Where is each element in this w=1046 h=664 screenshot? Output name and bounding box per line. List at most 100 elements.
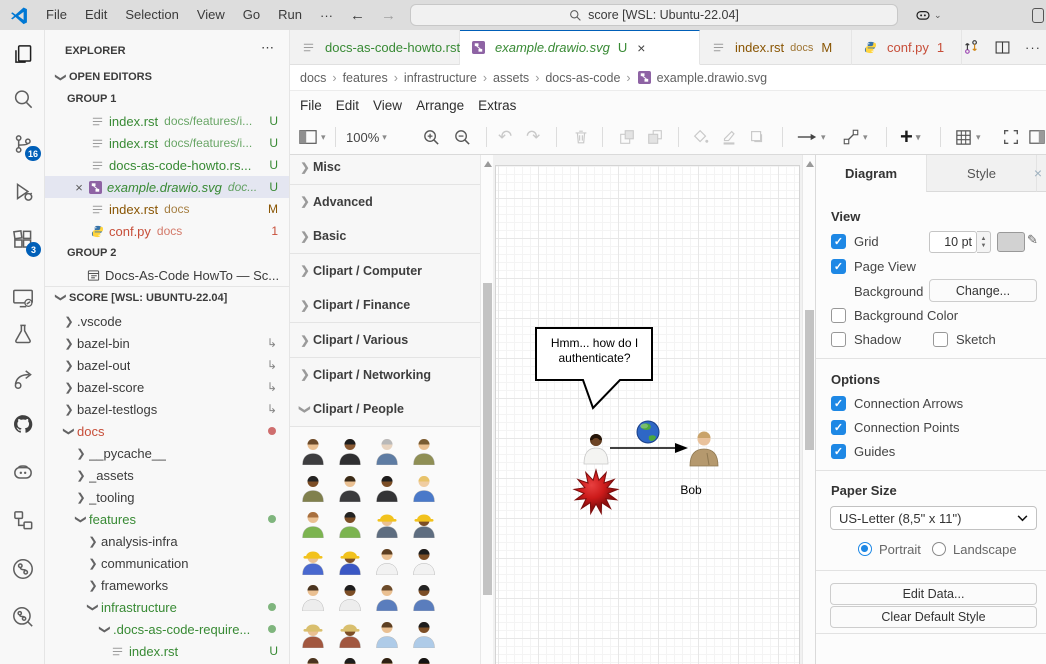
person-clipart-shape[interactable] [409,508,439,538]
to-front-button[interactable] [618,126,636,148]
sketch-checkbox[interactable] [933,332,948,347]
search-icon[interactable] [10,86,36,112]
to-back-button[interactable] [646,126,664,148]
connection-style-button[interactable]: ▾ [796,126,826,148]
paper-size-select[interactable]: US-Letter (8,5" x 11") [830,506,1037,530]
shape-section-clipart-various[interactable]: ❯Clipart / Various [290,323,480,358]
shape-section-clipart-finance[interactable]: ❯Clipart / Finance [290,288,480,323]
tree-item--vscode[interactable]: ❯.vscode [45,310,290,332]
github-icon[interactable] [10,411,36,437]
person-clipart-shape[interactable] [335,435,365,465]
bob-label[interactable]: Bob [671,483,711,497]
open-editor-item[interactable]: conf.pydocs1 [45,220,290,242]
portrait-radio[interactable] [858,542,872,556]
background-color-checkbox[interactable] [831,308,846,323]
landscape-radio[interactable] [932,542,946,556]
tree-item-bazel-out[interactable]: ❯bazel-out↳ [45,354,290,376]
person-clipart-shape[interactable] [335,508,365,538]
breadcrumb-file[interactable]: example.drawio.svg [657,71,767,85]
scrollbar-thumb[interactable] [483,283,492,595]
tab-docs-as-code-howto.rst[interactable]: docs-as-code-howto.rstU [290,30,460,65]
person-clipart-shape[interactable] [335,545,365,575]
tree-item-communication[interactable]: ❯communication [45,552,290,574]
nav-back-button[interactable]: ← [342,7,373,24]
person-clipart-shape[interactable] [409,618,439,648]
person-clipart-shape[interactable] [298,472,328,502]
menu-more-button[interactable]: ··· [311,8,342,23]
grid-checkbox[interactable]: ✓ [831,234,846,249]
layout-panel-icon[interactable] [1032,8,1044,23]
hierarchy-icon[interactable] [10,507,36,533]
tree-item-bazel-testlogs[interactable]: ❯bazel-testlogs↳ [45,398,290,420]
tab-conf.py[interactable]: conf.py1 [852,30,962,65]
menu-file[interactable]: File [37,0,76,30]
open-editor-item[interactable]: index.rstdocsM [45,198,290,220]
person-clipart-shape[interactable] [409,581,439,611]
drawio-menu-view[interactable]: View [373,98,413,113]
workspace-root-header[interactable]: ❯SCORE [WSL: UBUNTU-22.04] [45,286,290,308]
copilot-icon[interactable] [10,459,36,485]
delete-button[interactable] [572,126,590,148]
shape-section-basic[interactable]: ❯Basic [290,219,480,254]
person-clipart-shape[interactable] [372,472,402,502]
connection-arrows-checkbox[interactable]: ✓ [831,396,846,411]
shape-section-clipart-computer[interactable]: ❯Clipart / Computer [290,254,480,289]
zoom-select[interactable]: 100%▾ [346,126,387,148]
drawio-menu-extras[interactable]: Extras [478,98,527,113]
drawio-canvas[interactable]: Hmm... how do I authenticate? Bob [493,155,802,664]
tab-example.drawio.svg[interactable]: example.drawio.svgU× [460,30,700,65]
redo-button[interactable]: ↷ [526,126,540,148]
canvas-scrollbar[interactable] [802,155,815,664]
breadcrumb-item[interactable]: infrastructure [404,71,477,85]
shape-section-clipart-people[interactable]: ❯Clipart / People [290,392,480,427]
open-editor-item[interactable]: ×example.drawio.svgdoc...U [45,176,290,198]
menu-selection[interactable]: Selection [116,0,187,30]
person-clipart-shape[interactable] [298,545,328,575]
split-editor-icon[interactable] [994,39,1011,56]
git-graph-search-icon[interactable] [10,604,36,630]
person-clipart-shape[interactable] [335,654,365,664]
person-clipart-shape[interactable] [409,545,439,575]
person-clipart-shape[interactable] [409,654,439,664]
breadcrumb-item[interactable]: docs-as-code [545,71,620,85]
scroll-up-arrow[interactable] [806,161,814,167]
person-clipart-shape[interactable] [335,581,365,611]
drawio-menu-file[interactable]: File [300,98,333,113]
person-clipart-shape[interactable] [298,508,328,538]
open-editor-item[interactable]: index.rstdocs/features/i...U [45,132,290,154]
scrollbar-thumb[interactable] [805,310,814,450]
change-background-button[interactable]: Change... [929,279,1037,302]
shape-section-misc[interactable]: ❯Misc [290,155,480,185]
shadow-checkbox[interactable] [831,332,846,347]
menu-run[interactable]: Run [269,0,311,30]
git-graph-icon[interactable] [10,556,36,582]
tree-item-bazel-score[interactable]: ❯bazel-score↳ [45,376,290,398]
person-clipart-shape[interactable] [372,618,402,648]
shape-section-clipart-networking[interactable]: ❯Clipart / Networking [290,358,480,393]
person-clipart-shape[interactable] [335,618,365,648]
fill-color-button[interactable] [692,126,710,148]
zoom-out-button[interactable] [453,126,472,148]
shape-section-advanced[interactable]: ❯Advanced [290,185,480,220]
menu-go[interactable]: Go [234,0,269,30]
remote-explorer-icon[interactable] [10,285,36,311]
source-control-icon[interactable]: 16 [10,131,36,157]
explorer-icon[interactable] [10,41,36,67]
menu-edit[interactable]: Edit [76,0,116,30]
person-clipart-shape[interactable] [372,581,402,611]
breadcrumb-item[interactable]: assets [493,71,529,85]
open-editor-item[interactable]: index.rstdocs/features/i...U [45,110,290,132]
speech-bubble-text[interactable]: Hmm... how do I authenticate? [537,336,652,366]
toggle-panel-button[interactable]: ▾ [298,126,326,148]
drawio-menu-edit[interactable]: Edit [336,98,370,113]
copilot-menu-button[interactable]: ⌄ [914,6,942,24]
person-clipart-shape[interactable] [335,472,365,502]
person-clipart-shape[interactable] [298,654,328,664]
undo-button[interactable]: ↶ [498,126,512,148]
grid-size-input[interactable]: 10 pt [929,231,977,253]
grid-color-swatch[interactable] [997,232,1025,252]
person-clipart-shape[interactable] [372,545,402,575]
live-share-icon[interactable] [10,366,36,392]
close-icon[interactable]: × [71,180,87,195]
person-clipart-shape[interactable] [372,508,402,538]
